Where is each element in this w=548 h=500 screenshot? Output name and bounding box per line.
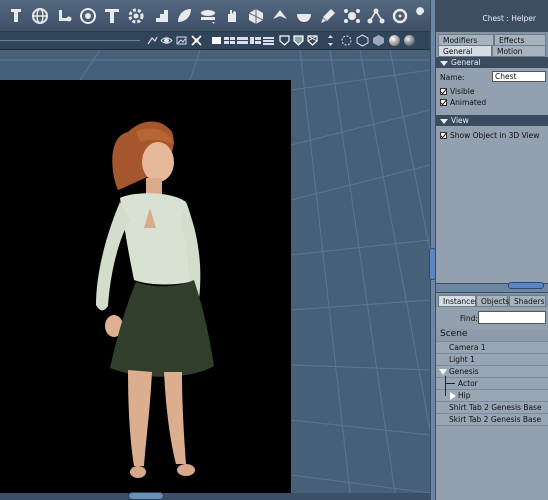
aperture-icon[interactable] — [175, 34, 188, 47]
tree-item-actor[interactable]: Actor — [436, 378, 548, 390]
collapse-triangle-icon — [440, 118, 448, 124]
shield-shaded-icon[interactable] — [292, 34, 305, 47]
viewport-resize-handle[interactable] — [128, 492, 164, 500]
scale-tool-icon[interactable] — [268, 4, 292, 28]
tree-empty-area — [436, 426, 548, 500]
tab-motion[interactable]: Motion — [492, 45, 546, 57]
panel-title: Chest : Helper — [436, 0, 548, 32]
collapse-triangle-icon — [440, 60, 448, 66]
text-tool-icon[interactable] — [100, 4, 124, 28]
tree-item-shirt[interactable]: Shirt Tab 2 Genesis Base — [436, 402, 548, 414]
properties-panel: Chest : Helper Modifiers Effects General… — [436, 0, 548, 500]
horizontal-splitter-knob[interactable] — [508, 282, 544, 289]
app-window: { "toolbar": { "tools": ["translate-tool… — [0, 0, 548, 500]
layout-single-icon[interactable] — [210, 34, 223, 47]
tab-shaders[interactable]: Shaders — [509, 295, 546, 307]
animated-label: Animated — [450, 98, 487, 107]
network-tool-icon[interactable] — [364, 4, 388, 28]
tree-connector — [445, 376, 446, 396]
view-section-header[interactable]: View — [436, 115, 548, 126]
visible-checkbox-row[interactable]: Visible — [440, 87, 475, 96]
camera-icon[interactable] — [146, 34, 159, 47]
move-view-icon[interactable] — [324, 34, 337, 47]
lower-tabs: Instances Objects Shaders — [436, 293, 548, 307]
node-tool-icon[interactable] — [340, 4, 364, 28]
general-section-header[interactable]: General — [436, 57, 548, 68]
chain-tool-icon[interactable] — [196, 4, 220, 28]
viewport-footer — [0, 493, 430, 500]
tree-item-genesis[interactable]: Genesis — [436, 366, 548, 378]
figure-render — [96, 121, 214, 478]
layout-triple-icon[interactable] — [249, 34, 262, 47]
hand-tool-icon[interactable] — [220, 4, 244, 28]
box-solid-icon[interactable] — [372, 34, 385, 47]
tree-item-camera[interactable]: Camera 1 — [436, 342, 548, 354]
rotate-view-icon[interactable] — [340, 34, 353, 47]
animated-checkbox[interactable] — [440, 99, 447, 106]
stairs-tool-icon[interactable] — [148, 4, 172, 28]
bone-tool-icon[interactable] — [52, 4, 76, 28]
layout-stack-icon[interactable] — [262, 34, 275, 47]
shield-wire-icon[interactable] — [306, 34, 319, 47]
show-object-label: Show Object in 3D View — [450, 131, 540, 140]
brush-tool-icon[interactable] — [316, 4, 340, 28]
scene-header: Scene — [436, 329, 548, 342]
leaf-tool-icon[interactable] — [172, 4, 196, 28]
find-label: Find: — [460, 314, 478, 323]
show-object-checkbox[interactable] — [440, 132, 447, 139]
splitter-knob[interactable] — [429, 248, 436, 280]
show-object-checkbox-row[interactable]: Show Object in 3D View — [440, 131, 539, 140]
sphere-shaded-icon[interactable] — [388, 34, 401, 47]
expand-genesis-icon[interactable] — [438, 367, 448, 377]
animated-checkbox-row[interactable]: Animated — [440, 98, 486, 107]
main-toolbar — [0, 0, 430, 32]
layout-split-icon[interactable] — [236, 34, 249, 47]
name-field[interactable]: Chest — [492, 71, 546, 82]
expand-hip-icon[interactable] — [448, 391, 458, 401]
gear-tool-icon[interactable] — [124, 4, 148, 28]
shield-icon[interactable] — [278, 34, 291, 47]
find-input[interactable] — [478, 311, 546, 324]
target-tool-icon[interactable] — [76, 4, 100, 28]
name-label: Name: — [440, 73, 465, 82]
view-section-label: View — [451, 116, 469, 125]
tree-item-skirt[interactable]: Skirt Tab 2 Genesis Base — [436, 414, 548, 426]
fit-icon[interactable] — [190, 34, 203, 47]
box-wire-icon[interactable] — [356, 34, 369, 47]
eye-icon[interactable] — [160, 34, 173, 47]
viewport-tab-divider — [0, 40, 140, 41]
wrench-tool-icon[interactable] — [406, 4, 430, 28]
tree-item-light[interactable]: Light 1 — [436, 354, 548, 366]
general-section-label: General — [451, 58, 481, 67]
viewport-header — [0, 32, 430, 50]
layout-quad-icon[interactable] — [223, 34, 236, 47]
rotate-tool-icon[interactable] — [28, 4, 52, 28]
visible-label: Visible — [450, 87, 475, 96]
bowl-tool-icon[interactable] — [292, 4, 316, 28]
tab-objects[interactable]: Objects — [476, 295, 509, 307]
visible-checkbox[interactable] — [440, 88, 447, 95]
translate-tool-icon[interactable] — [4, 4, 28, 28]
tree-connector — [445, 383, 455, 384]
tab-instances[interactable]: Instances — [438, 295, 479, 307]
sphere-textured-icon[interactable] — [403, 34, 416, 47]
3d-viewport[interactable] — [0, 50, 430, 493]
tab-general[interactable]: General — [438, 45, 492, 57]
render-preview — [0, 80, 291, 493]
properties-tabs: Modifiers Effects General Motion — [436, 32, 548, 57]
cube-tool-icon[interactable] — [244, 4, 268, 28]
